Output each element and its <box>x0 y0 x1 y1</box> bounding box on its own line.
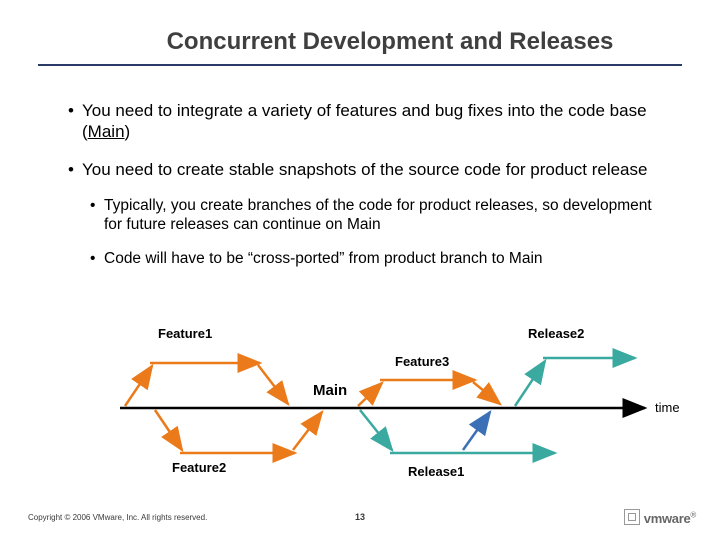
diagram-svg <box>60 318 700 488</box>
sub-bullet-1: Typically, you create branches of the co… <box>90 196 668 235</box>
feature1-merge <box>258 365 288 404</box>
branch-diagram: Feature1 Feature2 Feature3 Release1 Rele… <box>60 318 700 488</box>
footer-page-number: 13 <box>0 512 720 522</box>
label-main: Main <box>313 382 347 399</box>
title-rule <box>38 64 682 66</box>
label-feature2: Feature2 <box>172 460 226 475</box>
slide: Concurrent Development and Releases You … <box>0 0 720 540</box>
label-release2: Release2 <box>528 326 584 341</box>
bullet-1-text-pre: You need to integrate a variety of featu… <box>82 101 647 141</box>
bullet-1: You need to integrate a variety of featu… <box>68 100 668 143</box>
bullet-2: You need to create stable snapshots of t… <box>68 159 668 180</box>
footer-logo: vmware® <box>624 509 696 526</box>
vmware-logo-icon <box>624 509 640 525</box>
label-release1: Release1 <box>408 464 464 479</box>
label-feature3: Feature3 <box>395 354 449 369</box>
slide-title: Concurrent Development and Releases <box>0 28 720 56</box>
label-time: time <box>655 400 680 415</box>
label-feature1: Feature1 <box>158 326 212 341</box>
footer-logo-text: vmware <box>644 511 691 526</box>
feature2-branch <box>155 410 182 450</box>
release2-branch <box>515 361 545 406</box>
feature3-merge <box>473 382 500 404</box>
feature3-branch <box>358 383 382 406</box>
feature1-branch <box>125 366 152 406</box>
footer-logo-reg: ® <box>690 511 696 520</box>
release1-branch <box>360 410 392 450</box>
bullet-1-main: Main <box>88 122 125 141</box>
release1-crossport <box>463 412 490 450</box>
bullet-1-text-post: ) <box>125 122 131 141</box>
sub-bullet-2: Code will have to be “cross-ported” from… <box>90 249 668 268</box>
feature2-merge <box>293 412 322 450</box>
slide-body: You need to integrate a variety of featu… <box>68 100 668 282</box>
